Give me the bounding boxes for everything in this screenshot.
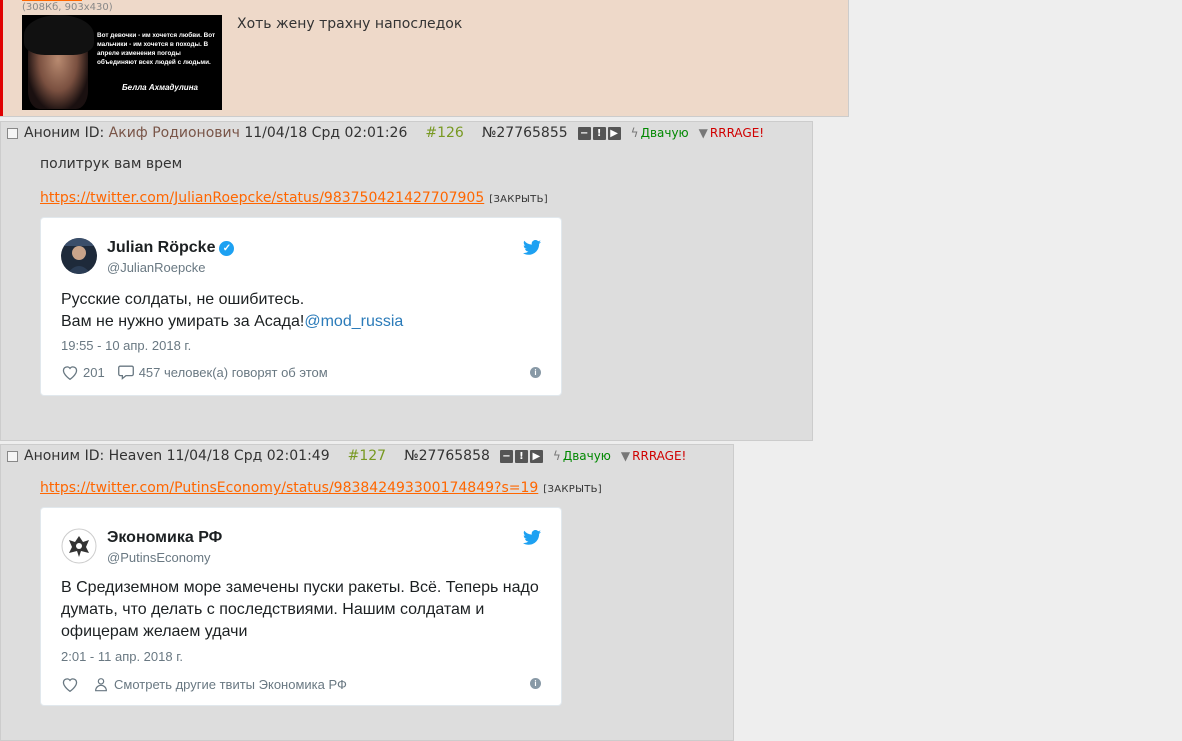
select-checkbox[interactable] <box>7 127 18 139</box>
more-tweets-link[interactable]: Смотреть другие твиты Экономика РФ <box>114 677 347 692</box>
post-image-thumbnail[interactable]: Вот девочки - им хочется любви. Вот маль… <box>22 15 222 110</box>
poster-id: Акиф Родионович <box>108 125 240 141</box>
tweet-author-name[interactable]: Julian Röpcke ✓ <box>107 239 235 257</box>
tweet-text-line: В Средиземном море замечены пуски ракеты… <box>61 579 539 596</box>
tweet-date[interactable]: 19:55 - 10 апр. 2018 г. <box>61 338 191 353</box>
post-message: Хоть жену трахну напоследок <box>237 16 463 32</box>
report-icon[interactable]: ! <box>592 126 606 140</box>
like-button[interactable]: ϟ Двачую <box>553 449 611 463</box>
dislike-label: RRRAGE! <box>709 126 765 140</box>
select-checkbox[interactable] <box>7 450 18 462</box>
id-label: ID: <box>84 125 105 141</box>
tweet-author-name[interactable]: Экономика РФ <box>107 529 222 547</box>
dislike-label: RRRAGE! <box>632 449 687 463</box>
report-icon[interactable]: ! <box>514 449 528 463</box>
lightning-icon: ϟ <box>630 126 639 140</box>
file-meta: (308Кб, 903x430) <box>22 2 113 13</box>
heart-icon[interactable] <box>61 364 79 380</box>
info-icon[interactable]: i <box>530 678 541 689</box>
lightning-icon: ϟ <box>552 449 561 463</box>
link-row: https://twitter.com/PutinsEconomy/status… <box>40 480 602 496</box>
post-id-link[interactable]: №27765855 <box>482 125 568 141</box>
tweet-actions: 201 457 человек(а) говорят об этом <box>61 364 328 380</box>
tweet-avatar[interactable] <box>61 528 97 564</box>
poster-id: Heaven <box>108 448 163 464</box>
tweet-text-line: офицерам желаем удачи <box>61 623 248 640</box>
play-icon[interactable]: ▶ <box>607 126 621 140</box>
tweet-mention-link[interactable]: @mod_russia <box>304 313 403 330</box>
embedded-tweet[interactable]: Экономика РФ @PutinsEconomy В Средиземно… <box>40 507 562 706</box>
tweet-author-name-text: Julian Röpcke <box>107 239 216 256</box>
twitter-bird-icon[interactable] <box>523 530 541 545</box>
like-label: Двачую <box>640 126 689 140</box>
post-127: Аноним ID: Heaven 11/04/18 Срд 02:01:49 … <box>0 444 734 741</box>
tweet-text-line: Русские солдаты, не ошибитесь. <box>61 291 305 308</box>
author-name: Аноним <box>24 125 81 141</box>
tweet-text-line: Вам не нужно умирать за Асада! <box>61 313 305 330</box>
close-embed-button[interactable]: [ЗАКРЫТЬ] <box>543 484 602 495</box>
thumbnail-author: Белла Ахмадулина <box>122 83 198 92</box>
like-button[interactable]: ϟ Двачую <box>631 126 689 140</box>
post-id-link[interactable]: №27765858 <box>404 448 490 464</box>
highlighted-post: (308Кб, 903x430) Вот девочки - им хочетс… <box>0 0 849 117</box>
tweet-text-line: думать, что делать с последствиями. Наши… <box>61 601 485 618</box>
post-message: политрук вам врем <box>40 156 183 172</box>
post-number: #127 <box>347 448 387 464</box>
tweet-link[interactable]: https://twitter.com/PutinsEconomy/status… <box>40 480 538 496</box>
id-label: ID: <box>84 448 105 464</box>
tweet-avatar[interactable] <box>61 238 97 274</box>
post-header: Аноним ID: Heaven 11/04/18 Срд 02:01:49 … <box>1 445 686 467</box>
author-name: Аноним <box>24 448 81 464</box>
post-datetime: 11/04/18 Срд 02:01:26 <box>244 125 408 141</box>
post-126: Аноним ID: Акиф Родионович 11/04/18 Срд … <box>0 121 813 441</box>
heart-icon[interactable] <box>61 676 79 692</box>
thumbnail-quote: Вот девочки - им хочется любви. Вот маль… <box>97 32 216 66</box>
post-header: Аноним ID: Акиф Родионович 11/04/18 Срд … <box>1 122 764 144</box>
twitter-bird-icon[interactable] <box>523 240 541 255</box>
reply-count[interactable]: 457 человек(а) говорят об этом <box>139 365 328 380</box>
like-count: 201 <box>83 364 105 380</box>
thumbs-down-icon: ▼ <box>620 449 631 463</box>
tweet-text: Русские солдаты, не ошибитесь. Вам не ну… <box>61 289 403 333</box>
verified-icon: ✓ <box>219 241 235 256</box>
close-embed-button[interactable]: [ЗАКРЫТЬ] <box>489 194 548 205</box>
link-row: https://twitter.com/JulianRoepcke/status… <box>40 190 548 206</box>
person-icon[interactable] <box>93 676 109 692</box>
dislike-button[interactable]: ▼ RRRAGE! <box>699 126 764 140</box>
tweet-actions: Смотреть другие твиты Экономика РФ <box>61 676 347 692</box>
portrait-hair <box>24 15 94 55</box>
tweet-handle[interactable]: @PutinsEconomy <box>107 550 211 565</box>
post-number: #126 <box>425 125 464 141</box>
info-icon[interactable]: i <box>530 367 541 378</box>
embedded-tweet[interactable]: Julian Röpcke ✓ @JulianRoepcke Русские со… <box>40 217 562 396</box>
tweet-text: В Средиземном море замечены пуски ракеты… <box>61 577 539 643</box>
hide-icon[interactable]: − <box>577 126 591 140</box>
dislike-button[interactable]: ▼ RRRAGE! <box>621 449 686 463</box>
like-label: Двачую <box>562 449 611 463</box>
tweet-link[interactable]: https://twitter.com/JulianRoepcke/status… <box>40 190 484 206</box>
tweet-handle[interactable]: @JulianRoepcke <box>107 260 205 275</box>
highlight-marker <box>0 0 3 116</box>
thumbs-down-icon: ▼ <box>698 126 708 140</box>
file-link[interactable] <box>22 0 82 1</box>
comment-icon[interactable] <box>117 364 135 380</box>
tweet-date[interactable]: 2:01 - 11 апр. 2018 г. <box>61 649 183 664</box>
play-icon[interactable]: ▶ <box>529 449 543 463</box>
post-datetime: 11/04/18 Срд 02:01:49 <box>166 448 330 464</box>
hide-icon[interactable]: − <box>499 449 513 463</box>
